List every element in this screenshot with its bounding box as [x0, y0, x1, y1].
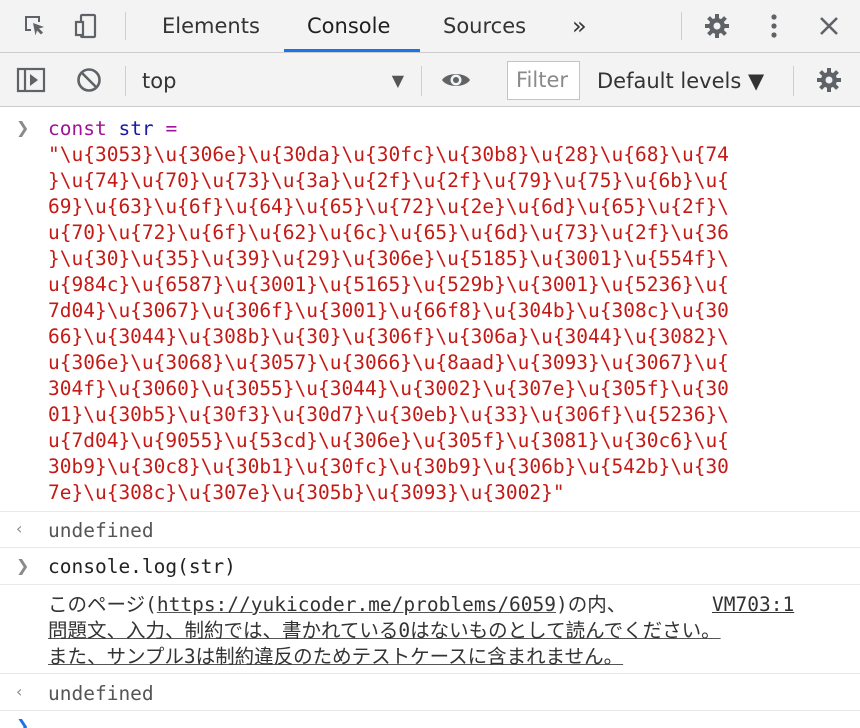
live-expression-eye-icon[interactable] [439, 63, 473, 97]
close-icon[interactable] [812, 9, 846, 43]
console-input-entry: ❯ console.log(str) [0, 549, 860, 585]
result-value: undefined [48, 519, 154, 542]
assign-operator: = [165, 117, 178, 140]
string-literal-line: 7d04}\u{3067}\u{306f}\u{3001}\u{66f8}\u{… [48, 299, 729, 322]
tab-sources[interactable]: Sources [443, 0, 526, 52]
toolbar-divider [793, 66, 794, 96]
more-tabs-button[interactable]: » [572, 0, 587, 52]
string-literal-line: 69}\u{63}\u{6f}\u{64}\u{65}\u{72}\u{2e}\… [48, 195, 729, 218]
toolbar-divider [125, 66, 126, 96]
inspect-element-icon[interactable] [18, 9, 52, 43]
console-result-entry: ‹ undefined [0, 513, 860, 548]
tab-elements[interactable]: Elements [162, 0, 260, 52]
string-literal-line: }\u{30}\u{35}\u{39}\u{29}\u{306e}\u{5185… [48, 247, 729, 270]
keyword-const: const [48, 117, 107, 140]
string-literal-line: u{984c}\u{6587}\u{3001}\u{5165}\u{529b}\… [48, 273, 729, 296]
log-levels-dropdown[interactable]: Default levels ▼ [597, 66, 764, 96]
device-toolbar-icon[interactable] [70, 9, 104, 43]
toolbar-divider [421, 66, 422, 96]
console-prompt[interactable]: ❯ [0, 712, 860, 728]
tab-console[interactable]: Console [307, 0, 390, 52]
console-log-call: console.log(str) [48, 555, 236, 578]
variable-name: str [118, 117, 154, 140]
caret-down-icon: ▼ [391, 71, 404, 90]
string-literal-line: u{306e}\u{3068}\u{3057}\u{3066}\u{8aad}\… [48, 351, 729, 374]
result-arrow-icon: ‹ [16, 519, 23, 538]
clear-console-icon[interactable] [72, 63, 106, 97]
string-literal-line: 66}\u{3044}\u{308b}\u{30}\u{306f}\u{306a… [48, 325, 729, 348]
string-literal-line: "\u{3053}\u{306e}\u{30da}\u{30fc}\u{30b8… [48, 143, 729, 166]
string-literal-line: u{70}\u{72}\u{6f}\u{62}\u{6c}\u{65}\u{6d… [48, 221, 729, 244]
result-arrow-icon: ‹ [16, 682, 23, 701]
string-literal-line: 304f}\u{3060}\u{3055}\u{3044}\u{3002}\u{… [48, 377, 729, 400]
console-settings-gear-icon[interactable] [812, 63, 846, 97]
string-literal-line: 01}\u{30b5}\u{30f3}\u{30d7}\u{30eb}\u{33… [48, 403, 729, 426]
tab-divider [125, 12, 126, 40]
log-text: このページ( [48, 593, 157, 616]
code-declaration-line: const str = [48, 116, 177, 142]
string-literal-line: }\u{74}\u{70}\u{73}\u{3a}\u{2f}\u{2f}\u{… [48, 169, 729, 192]
log-line-2: 問題文、入力、制約では、書かれている0はないものとして読んでください。 [48, 619, 721, 642]
filter-input[interactable]: Filter [507, 61, 580, 100]
console-input-entry: ❯ const str = "\u{3053}\u{306e}\u{30da}\… [0, 108, 860, 512]
input-prompt-chevron-icon: ❯ [16, 556, 30, 575]
context-selector-label: top [142, 69, 177, 93]
toggle-sidebar-icon[interactable] [14, 63, 48, 97]
active-tab-indicator [284, 49, 420, 52]
settings-gear-icon[interactable] [700, 9, 734, 43]
problem-link[interactable]: https://yukicoder.me/problems/6059 [157, 593, 556, 616]
input-prompt-chevron-icon: ❯ [16, 118, 30, 137]
string-literal-line: u{7d04}\u{9055}\u{53cd}\u{306e}\u{305f}\… [48, 429, 729, 452]
string-literal-line: 7e}\u{308c}\u{307e}\u{305b}\u{3093}\u{30… [48, 481, 565, 504]
log-line-3: また、サンプル3は制約違反のためテストケースに含まれません。 [48, 645, 624, 668]
context-selector[interactable]: top ▼ [142, 66, 404, 96]
devtools-tab-bar: Elements Console Sources » [0, 0, 860, 53]
result-value: undefined [48, 682, 154, 705]
string-literal-line: 30b9}\u{30c8}\u{30b1}\u{30fc}\u{30b9}\u{… [48, 455, 729, 478]
input-prompt-chevron-icon: ❯ [16, 716, 30, 728]
console-result-entry: ‹ undefined [0, 675, 860, 711]
more-options-icon[interactable] [757, 9, 791, 43]
console-messages: ❯ const str = "\u{3053}\u{306e}\u{30da}\… [0, 108, 860, 728]
log-line-1: このページ(https://yukicoder.me/problems/6059… [48, 592, 626, 618]
log-text: )の内、 [556, 593, 627, 616]
tab-divider [681, 12, 682, 40]
source-location-link[interactable]: VM703:1 [712, 592, 794, 618]
